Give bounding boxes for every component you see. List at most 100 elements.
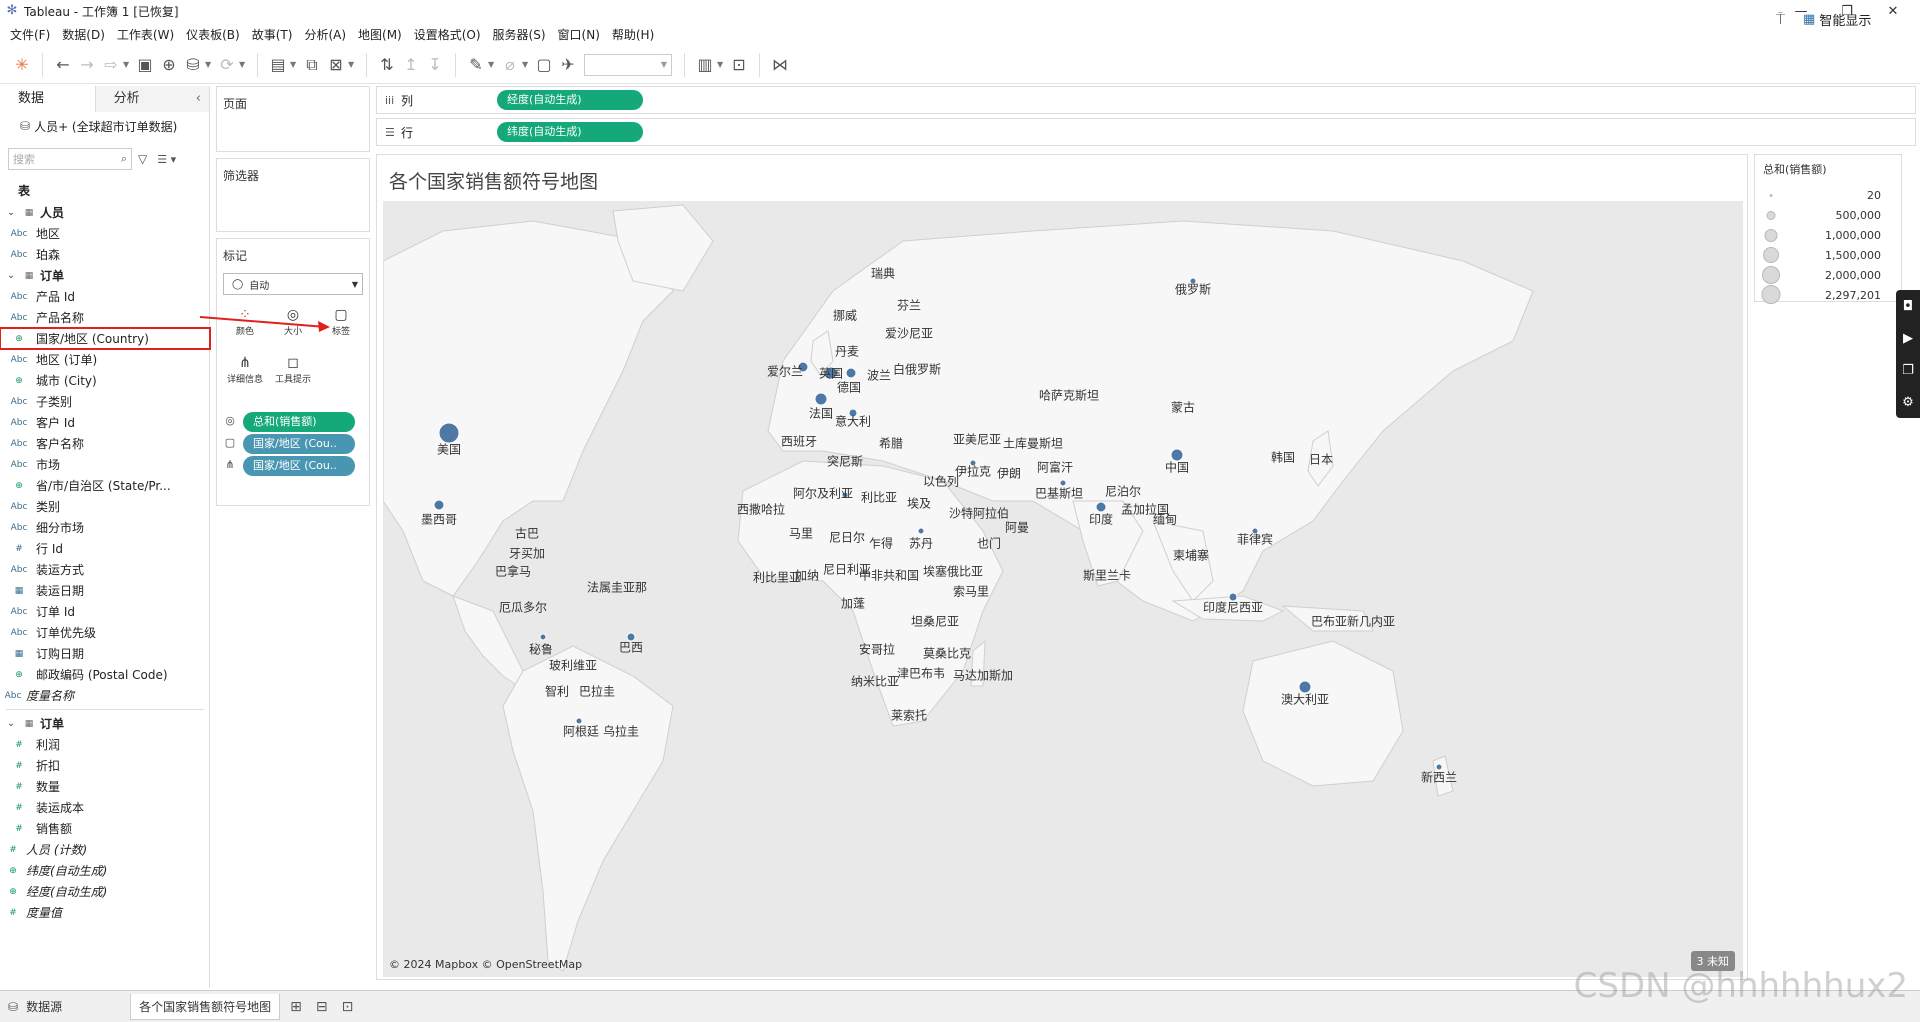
sales-mark[interactable] [917,527,925,535]
fix-axes-icon[interactable]: ✈ [556,51,580,79]
detail-button[interactable]: ⋔ 详细信息 [223,347,267,391]
datasource-row[interactable]: ⛁ 人员+ (全球超市订单数据) [0,112,209,140]
field-item[interactable]: Abc 类别 [0,496,210,517]
menu-server[interactable]: 服务器(S) [491,26,548,43]
chevron-down-icon[interactable]: ▼ [290,60,300,69]
field-item[interactable]: ▦ 装运日期 [0,580,210,601]
longitude-pill[interactable]: 经度(自动生成) [497,90,643,110]
sales-mark[interactable] [814,392,828,406]
new-datasource-icon[interactable]: ⊕ [157,51,181,79]
mark-type-dropdown[interactable]: ◯ 自动 ▼ [223,273,363,295]
menu-analysis[interactable]: 分析(A) [302,26,348,43]
measure-item[interactable]: # 折扣 [0,755,210,776]
field-item[interactable]: ⊕ 国家/地区 (Country) [0,327,211,350]
table-row[interactable]: ⌄ ▦ 订单 [0,713,210,734]
camera-icon[interactable]: ◘ [1903,299,1913,314]
replay-icon[interactable]: ⇨ [99,51,123,79]
new-worksheet-icon[interactable]: ▤ [266,51,290,79]
chevron-down-icon[interactable]: ▼ [239,60,249,69]
smart-show-icon[interactable]: ▦ [1803,12,1815,27]
group-icon[interactable]: ⌀ [498,51,522,79]
datasource-icon[interactable]: ⛁ [181,51,205,79]
size-legend[interactable]: 总和(销售额) 20 500,000 1,000,000 1,500,000 2… [1754,154,1902,304]
label-button[interactable]: ▢ 标签 [319,299,363,343]
new-dashboard-icon[interactable]: ⊟ [316,999,328,1015]
menu-file[interactable]: 文件(F) [8,26,52,43]
sum-sales-pill[interactable]: 总和(销售额) [243,412,355,432]
country-label-pill[interactable]: 国家/地区 (Cou.. [243,434,355,454]
collapse-pane-icon[interactable]: ‹ [196,86,201,112]
menu-dashboard[interactable]: 仪表板(B) [184,26,242,43]
chevron-down-icon[interactable]: ▼ [205,60,215,69]
field-item[interactable]: ⊕ 城市 (City) [0,370,210,391]
chevron-down-icon[interactable]: ▼ [522,60,532,69]
measure-item[interactable]: ⊕ 纬度(自动生成) [0,860,210,881]
chevron-down-icon[interactable]: ⌄ [4,719,18,729]
tooltip-button[interactable]: ◻ 工具提示 [271,347,315,391]
field-item[interactable]: Abc 装运方式 [0,559,210,580]
save-icon[interactable]: ▣ [133,51,157,79]
table-row[interactable]: ⌄ ▦ 订单 [0,265,210,286]
presentation-icon[interactable]: ⊡ [727,51,751,79]
latitude-pill[interactable]: 纬度(自动生成) [497,122,643,142]
field-item[interactable]: Abc 市场 [0,454,210,475]
menu-data[interactable]: 数据(D) [60,26,107,43]
refresh-icon[interactable]: ⟳ [215,51,239,79]
menu-worksheet[interactable]: 工作表(W) [115,26,176,43]
field-item[interactable]: # 行 Id [0,538,210,559]
columns-shelf[interactable]: iii 列 经度(自动生成) [376,86,1916,114]
field-item[interactable]: Abc 客户名称 [0,433,210,454]
measure-item[interactable]: # 人员 (计数) [0,839,210,860]
view-title[interactable]: 各个国家销售额符号地图 [389,167,598,194]
new-story-icon[interactable]: ⊡ [342,999,354,1015]
measure-item[interactable]: # 利润 [0,734,210,755]
sort-desc-icon[interactable]: ↧ [423,51,447,79]
color-button[interactable]: ⁘ 颜色 [223,299,267,343]
view-options-icon[interactable]: ☰ ▾ [157,153,176,166]
chevron-down-icon[interactable]: ▼ [488,60,498,69]
field-item[interactable]: Abc 度量名称 [0,685,210,706]
field-item[interactable]: Abc 地区 [0,223,210,244]
menu-help[interactable]: 帮助(H) [610,26,656,43]
size-button[interactable]: ◎ 大小 [271,299,315,343]
tab-datasource[interactable]: 数据源 [18,994,70,1020]
close-icon[interactable]: ✕ [1870,0,1916,22]
measure-item[interactable]: # 数量 [0,776,210,797]
tab-sheet-map[interactable]: 各个国家销售额符号地图 [130,993,281,1020]
chevron-down-icon[interactable]: ▼ [717,60,727,69]
clear-sheet-icon[interactable]: ⊠ [324,51,348,79]
share-icon[interactable]: ⋈ [768,51,792,79]
menu-map[interactable]: 地图(M) [356,26,404,43]
field-item[interactable]: Abc 订单 Id [0,601,210,622]
field-item[interactable]: Abc 产品名称 [0,307,210,328]
measure-item[interactable]: ⊕ 经度(自动生成) [0,881,210,902]
sales-mark[interactable] [845,367,857,379]
field-item[interactable]: ⊕ 邮政编码 (Postal Code) [0,664,210,685]
chevron-down-icon[interactable]: ▼ [123,60,133,69]
new-worksheet-icon[interactable]: ⊞ [290,999,302,1015]
undo-icon[interactable]: ← [51,51,75,79]
country-detail-pill[interactable]: 国家/地区 (Cou.. [243,456,355,476]
field-item[interactable]: Abc 客户 Id [0,412,210,433]
swap-icon[interactable]: ⇅ [375,51,399,79]
fit-select[interactable]: ▼ [584,53,672,76]
measure-item[interactable]: # 度量值 [0,902,210,923]
menu-window[interactable]: 窗口(N) [556,26,602,43]
chevron-down-icon[interactable]: ▼ [348,60,358,69]
field-item[interactable]: Abc 订单优先级 [0,622,210,643]
chevron-down-icon[interactable]: ⌄ [4,271,18,281]
show-labels-icon[interactable]: ▢ [532,51,556,79]
smart-show-button[interactable]: 智能显示 [1819,10,1871,29]
ask-data-icon[interactable]: ⍑ [1776,10,1785,28]
world-map[interactable]: 瑞典 芬兰 挪威 俄罗斯 丹麦 爱沙尼亚 爱尔兰 英国 德国 白俄罗斯 波兰 法国 意大利 西班牙 希腊 亚美… [383,201,1743,977]
show-cards-icon[interactable]: ▥ [693,51,717,79]
redo-icon[interactable]: → [75,51,99,79]
chevron-down-icon[interactable]: ⌄ [4,208,18,218]
field-item[interactable]: Abc 珀森 [0,244,210,265]
sales-mark[interactable] [539,633,547,641]
video-icon[interactable]: ▶ [1903,331,1913,346]
measure-item[interactable]: # 装运成本 [0,797,210,818]
filter-icon[interactable]: ▽ [138,152,147,166]
tableau-start-icon[interactable]: ✳ [10,51,34,79]
table-row[interactable]: ⌄ ▦ 人员 [0,202,210,223]
